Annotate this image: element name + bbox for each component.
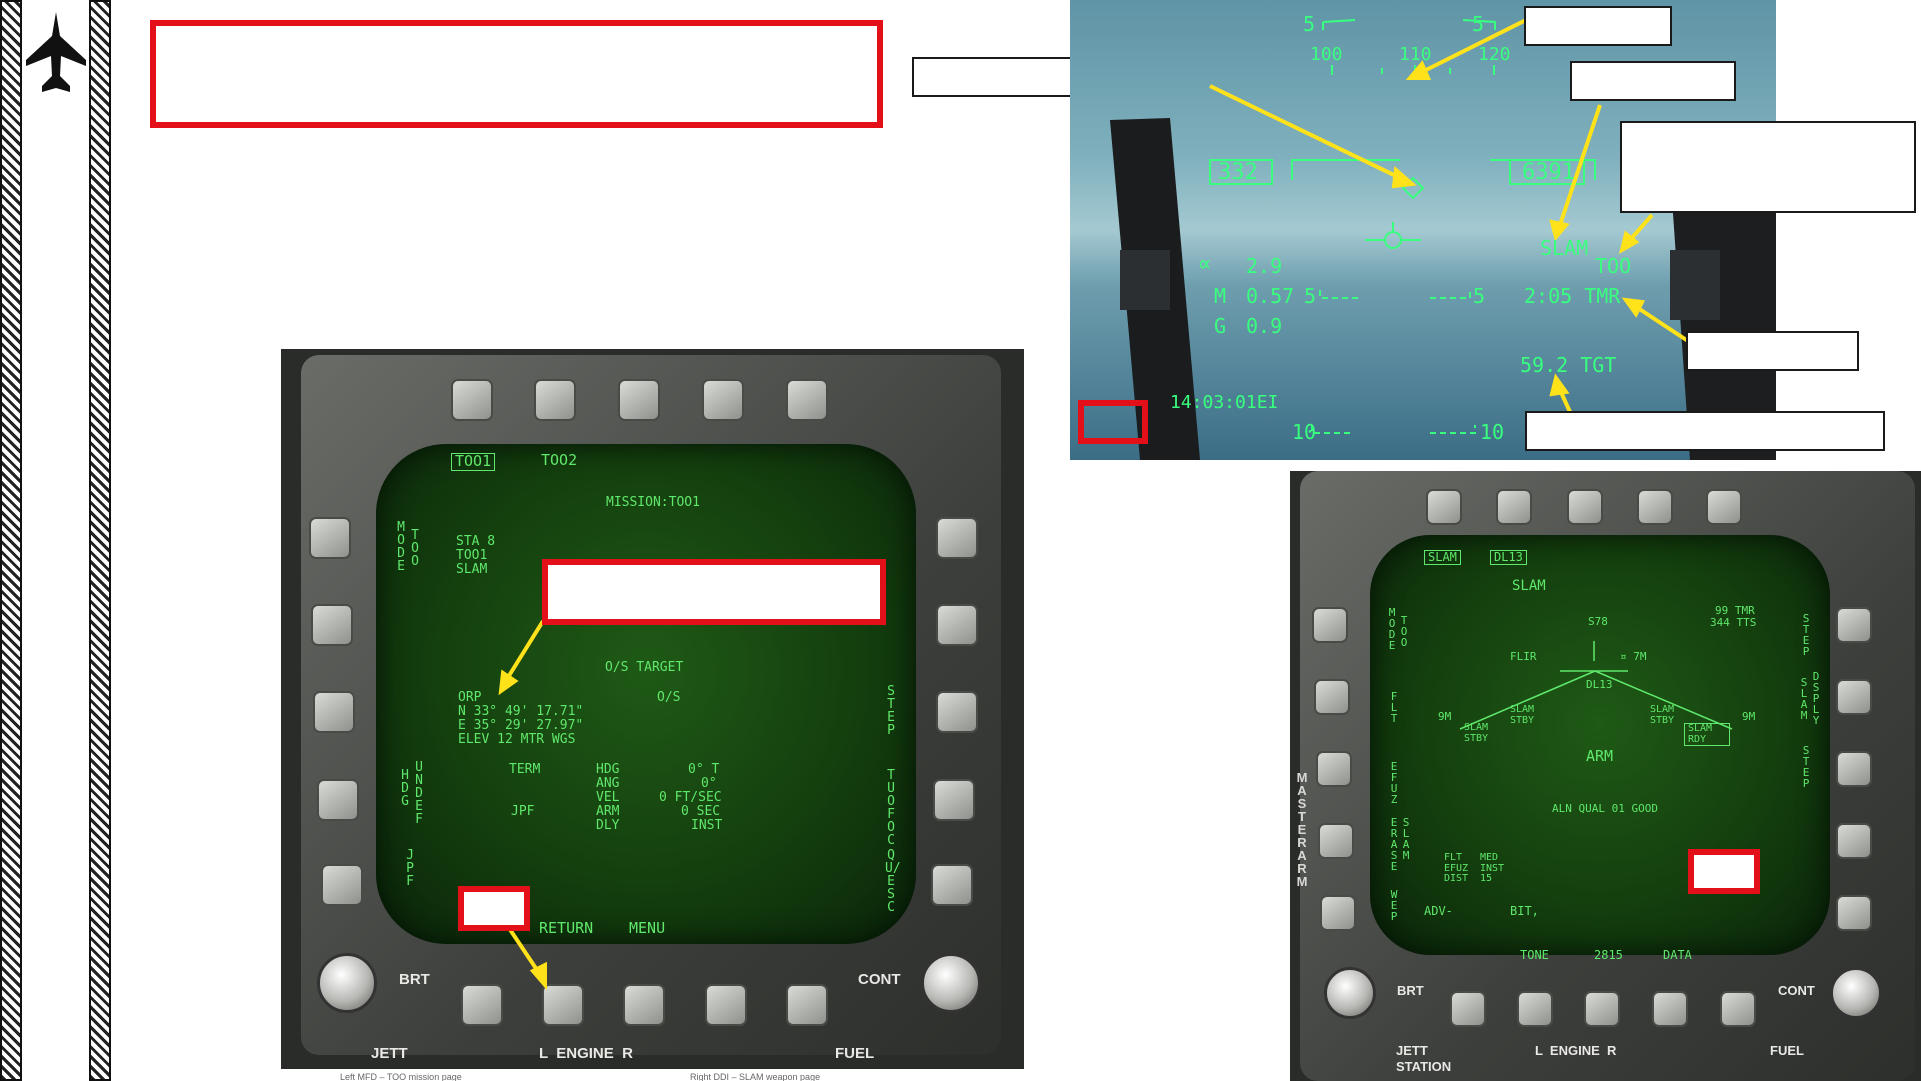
- hud-ladder-mid-right: 5: [1473, 284, 1486, 308]
- right-mfd-highlight-box: [1688, 849, 1760, 894]
- hud-mach: 0.57: [1246, 284, 1295, 308]
- decorative-hatch-bar-left: [0, 0, 22, 1081]
- caption-mid: Right DDI – SLAM weapon page: [690, 1072, 821, 1081]
- right-mfd-symbology: [1459, 641, 1733, 730]
- hud-ladder-mid-left: 5: [1304, 284, 1317, 308]
- left-mfd-callout-box-orp: [542, 559, 886, 625]
- hud-clock: 14:03:01EI: [1170, 392, 1279, 413]
- callout-box-heading: [1524, 6, 1672, 46]
- callout-box-timer: [1686, 331, 1859, 371]
- right-mfd-master-arm-label: MASTER ARM: [1296, 770, 1308, 889]
- hud-highlight-box: [1078, 400, 1148, 444]
- left-mfd: BRT CONT JETT L ENGINE R FUEL TOO1 TOO2 …: [281, 349, 1024, 1069]
- callout-box-weapon: [1570, 61, 1736, 101]
- hud-pitch-top-right: 5: [1472, 12, 1485, 36]
- hud-ladder-low-right: 10: [1480, 420, 1505, 444]
- hud-aoa: 2.9: [1246, 254, 1283, 278]
- hud-airspeed: 332: [1218, 160, 1258, 185]
- hud-pitch-top-left: 5: [1303, 12, 1316, 36]
- hud-weapon: SLAM: [1540, 236, 1589, 260]
- hud-heading-right: 120: [1478, 44, 1511, 65]
- decorative-hatch-bar-right: [89, 0, 111, 1081]
- hud-timer: 2:05 TMR: [1524, 284, 1621, 308]
- caption-left: Left MFD – TOO mission page: [340, 1072, 462, 1081]
- hud-weapon-mode: TOO: [1595, 254, 1632, 278]
- callout-box-mode: [1620, 121, 1916, 213]
- hud-g: 0.9: [1246, 314, 1283, 338]
- hud-heading-left: 100: [1310, 44, 1343, 65]
- jet-icon: [26, 12, 86, 92]
- hud-altitude: 6391: [1522, 160, 1575, 185]
- title-box: [150, 20, 883, 128]
- hud-aoa-symbol: ∝: [1198, 252, 1212, 277]
- hud-heading-mid: 110: [1399, 44, 1432, 65]
- hud-mach-label: M: [1214, 284, 1227, 308]
- left-mfd-arrows: [498, 619, 547, 991]
- hud-target-range: 59.2 TGT: [1520, 353, 1617, 377]
- callout-box-target: [1525, 411, 1885, 451]
- left-mfd-highlight-return: [458, 886, 530, 931]
- hud-g-label: G: [1214, 314, 1227, 338]
- hud-ladder-low-left: 10: [1292, 420, 1317, 444]
- right-mfd: BRT CONT JETT STATION L ENGINE R FUEL SL…: [1290, 471, 1921, 1081]
